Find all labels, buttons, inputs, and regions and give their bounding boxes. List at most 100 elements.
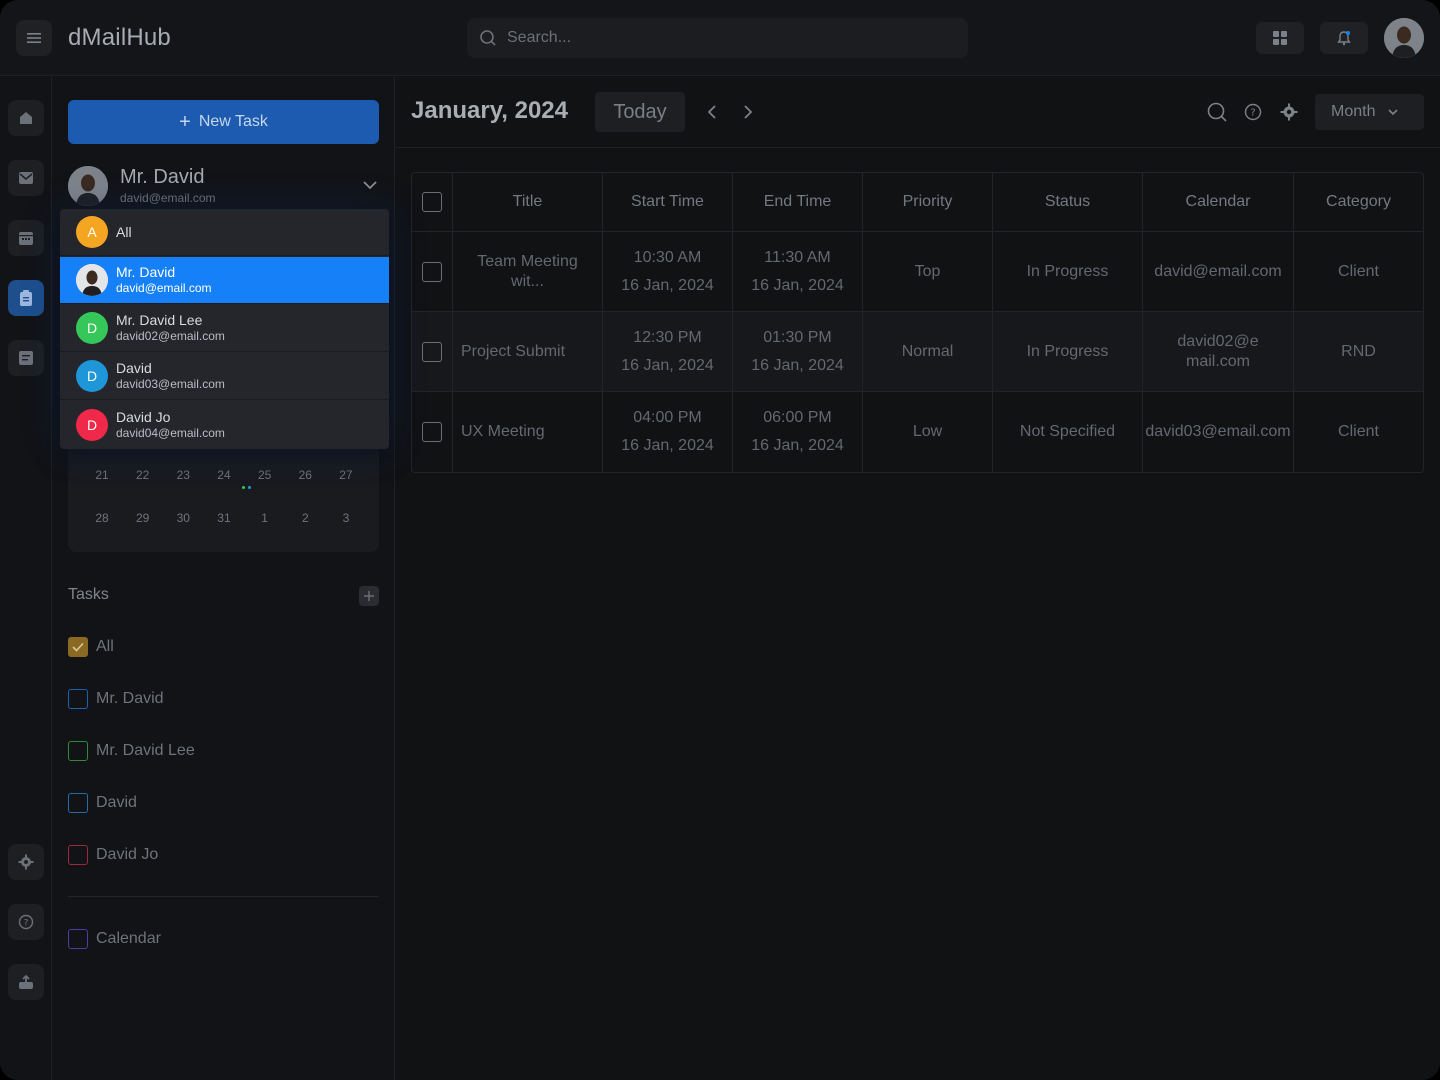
user-avatar[interactable] bbox=[1384, 18, 1424, 58]
column-header[interactable]: End Time bbox=[733, 173, 863, 231]
filter-label: David Jo bbox=[96, 846, 159, 863]
row-checkbox-cell bbox=[412, 312, 453, 391]
event-dots bbox=[242, 486, 251, 489]
select-all-checkbox[interactable] bbox=[422, 192, 442, 212]
mini-calendar-day[interactable]: 23 bbox=[163, 468, 203, 482]
rail-settings-button[interactable] bbox=[8, 844, 44, 880]
dropdown-item-david-jo[interactable]: D David Jo david04@email.com bbox=[60, 401, 389, 448]
user-selector[interactable]: Mr. David david@email.com bbox=[68, 164, 379, 208]
row-checkbox[interactable] bbox=[422, 261, 442, 282]
search-bar[interactable] bbox=[467, 18, 968, 58]
start-time-cell: 10:30 AM 16 Jan, 2024 bbox=[603, 232, 733, 311]
end-time-cell: 11:30 AM 16 Jan, 2024 bbox=[733, 232, 863, 311]
calendar-email: david@email.com bbox=[1143, 232, 1294, 311]
help-button[interactable]: ? bbox=[1241, 100, 1265, 124]
checkbox[interactable] bbox=[68, 637, 88, 657]
dropdown-item-all[interactable]: A All bbox=[60, 209, 389, 256]
rail-calendar-button[interactable] bbox=[8, 220, 44, 256]
mini-calendar-day[interactable]: 27 bbox=[326, 468, 366, 482]
dropdown-item-mr-david-lee[interactable]: D Mr. David Lee david02@email.com bbox=[60, 305, 389, 352]
mini-calendar-day[interactable]: 2 bbox=[285, 511, 325, 525]
view-select[interactable]: Month bbox=[1315, 94, 1424, 130]
column-header[interactable]: Start Time bbox=[603, 173, 733, 231]
mini-calendar-day[interactable]: 24 bbox=[204, 468, 244, 482]
calendar-search-button[interactable] bbox=[1205, 100, 1229, 124]
table-row[interactable]: Project Submit 12:30 PM 16 Jan, 2024 01:… bbox=[412, 312, 1423, 392]
column-header[interactable]: Status bbox=[993, 173, 1143, 231]
checkbox[interactable] bbox=[68, 793, 88, 813]
end-date: 16 Jan, 2024 bbox=[751, 437, 844, 454]
mini-calendar-day[interactable]: 3 bbox=[326, 511, 366, 525]
rail-tasks-button[interactable] bbox=[8, 280, 44, 316]
filter-calendar[interactable]: Calendar bbox=[68, 929, 161, 949]
search-input[interactable] bbox=[507, 29, 947, 47]
settings-button[interactable] bbox=[1277, 100, 1301, 124]
dropdown-item-name: David Jo bbox=[116, 408, 171, 425]
table-header-row: Title Start Time End Time Priority Statu… bbox=[412, 173, 1423, 232]
start-date: 16 Jan, 2024 bbox=[621, 437, 714, 454]
dropdown-item-email: david02@email.com bbox=[116, 329, 225, 343]
clipboard-icon bbox=[20, 290, 32, 306]
chevron-down-icon[interactable] bbox=[361, 176, 379, 194]
divider bbox=[68, 896, 379, 897]
dropdown-item-mr-david[interactable]: Mr. David david@email.com bbox=[60, 257, 389, 304]
checkbox[interactable] bbox=[68, 929, 88, 949]
mini-calendar-day[interactable]: 28 bbox=[82, 511, 122, 525]
table-row[interactable]: Team Meeting wit... 10:30 AM 16 Jan, 202… bbox=[412, 232, 1423, 312]
mini-calendar-day[interactable]: 31 bbox=[204, 511, 244, 525]
filter-david[interactable]: David bbox=[68, 793, 137, 813]
chevron-down-icon bbox=[1388, 109, 1399, 116]
main-content: January, 2024 Today ? Month Title Start … bbox=[395, 76, 1440, 1080]
start-time: 12:30 PM bbox=[633, 328, 702, 346]
search-icon bbox=[480, 30, 496, 46]
plus-icon: + bbox=[179, 111, 191, 133]
dropdown-item-david[interactable]: D David david03@email.com bbox=[60, 353, 389, 400]
notifications-button[interactable] bbox=[1320, 22, 1368, 54]
mini-calendar-day[interactable]: 22 bbox=[123, 468, 163, 482]
menu-button[interactable] bbox=[16, 20, 52, 56]
icon-rail: ? bbox=[0, 76, 52, 1080]
checkbox[interactable] bbox=[68, 845, 88, 865]
apps-button[interactable] bbox=[1256, 22, 1304, 54]
status: In Progress bbox=[993, 232, 1143, 311]
next-month-button[interactable] bbox=[736, 100, 760, 124]
mini-calendar-day[interactable]: 1 bbox=[245, 511, 285, 525]
table-row[interactable]: UX Meeting 04:00 PM 16 Jan, 2024 06:00 P… bbox=[412, 392, 1423, 472]
mini-calendar-day[interactable]: 30 bbox=[163, 511, 203, 525]
row-checkbox[interactable] bbox=[422, 341, 442, 362]
add-task-category-button[interactable] bbox=[359, 586, 379, 606]
mini-calendar-day[interactable]: 21 bbox=[82, 468, 122, 482]
rail-notes-button[interactable] bbox=[8, 340, 44, 376]
row-checkbox[interactable] bbox=[422, 422, 442, 442]
dropdown-item-text: David david03@email.com bbox=[116, 360, 225, 392]
rail-help-button[interactable]: ? bbox=[8, 904, 44, 940]
filter-mr-david[interactable]: Mr. David bbox=[68, 689, 164, 709]
mini-calendar-day[interactable]: 26 bbox=[285, 468, 325, 482]
rail-mail-button[interactable] bbox=[8, 160, 44, 196]
mini-calendar-day[interactable]: 25 bbox=[245, 468, 285, 482]
filter-all[interactable]: All bbox=[68, 637, 114, 657]
checkbox[interactable] bbox=[68, 689, 88, 709]
column-header[interactable]: Title bbox=[453, 173, 603, 231]
tasks-header: Tasks bbox=[68, 586, 379, 606]
column-header[interactable]: Calendar bbox=[1143, 173, 1294, 231]
event-dot bbox=[242, 486, 245, 489]
mini-calendar-day[interactable]: 29 bbox=[123, 511, 163, 525]
dropdown-item-name: All bbox=[116, 224, 132, 240]
prev-month-button[interactable] bbox=[700, 100, 724, 124]
avatar: D bbox=[76, 408, 108, 441]
checkbox[interactable] bbox=[68, 741, 88, 761]
dropdown-item-text: All bbox=[116, 224, 132, 240]
today-button[interactable]: Today bbox=[595, 92, 685, 132]
mini-calendar-week: 28 29 30 31 1 2 3 bbox=[82, 511, 366, 525]
column-header[interactable]: Priority bbox=[863, 173, 993, 231]
filter-david-jo[interactable]: David Jo bbox=[68, 845, 158, 865]
column-header[interactable]: Category bbox=[1294, 173, 1423, 231]
dropdown-item-name: Mr. David bbox=[116, 264, 176, 280]
filter-mr-david-lee[interactable]: Mr. David Lee bbox=[68, 741, 195, 761]
rail-upload-button[interactable] bbox=[8, 964, 44, 1000]
new-task-button[interactable]: + New Task bbox=[68, 100, 379, 144]
user-name: Mr. David bbox=[120, 166, 205, 188]
user-email: david@email.com bbox=[120, 191, 216, 205]
rail-home-button[interactable] bbox=[8, 100, 44, 136]
